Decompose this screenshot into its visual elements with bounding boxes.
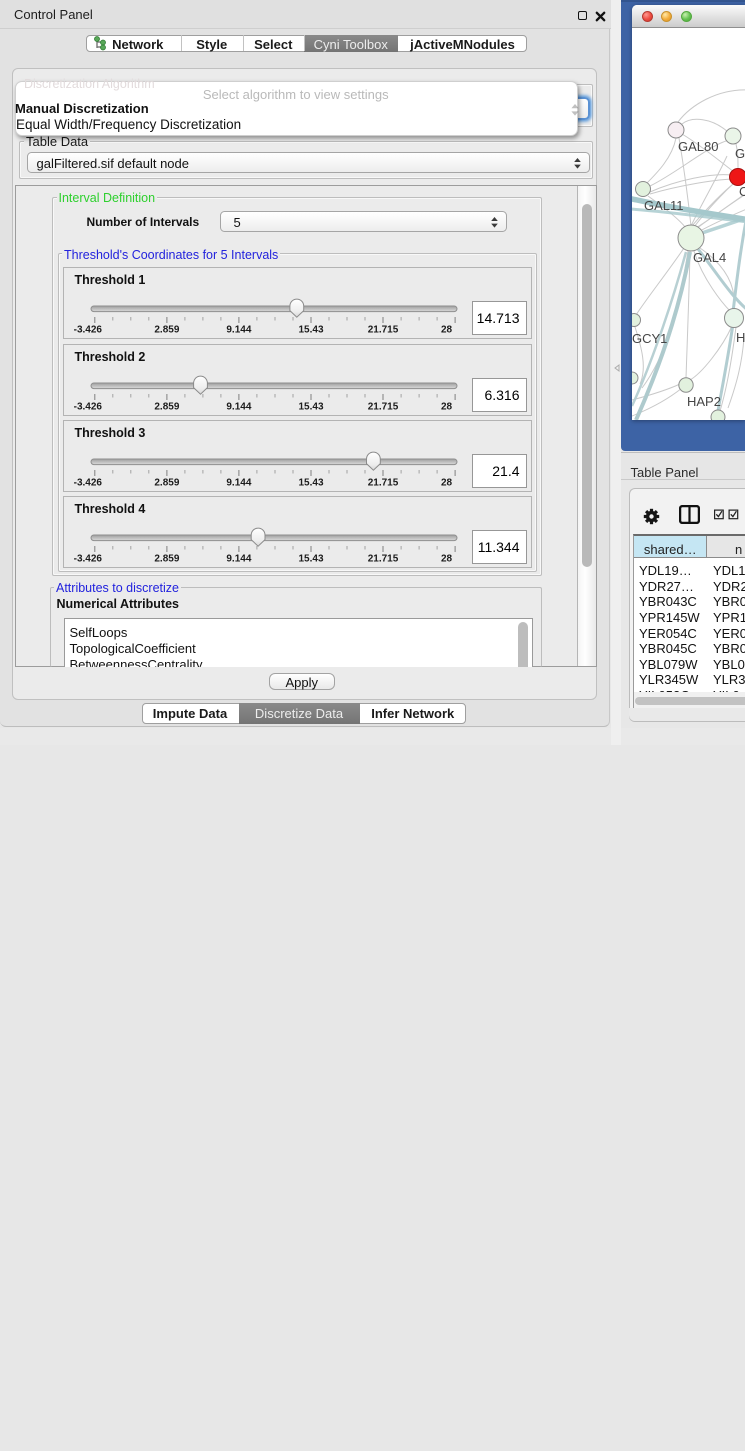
svg-text:15.43: 15.43	[298, 478, 323, 489]
svg-text:-3.426: -3.426	[73, 402, 102, 413]
svg-text:GCY1: GCY1	[632, 331, 667, 346]
svg-text:GAL4: GAL4	[693, 250, 726, 265]
svg-text:9.144: 9.144	[226, 554, 251, 565]
svg-text:28: 28	[440, 478, 452, 489]
svg-text:GA: GA	[735, 146, 745, 161]
svg-text:28: 28	[440, 554, 452, 565]
svg-text:2.859: 2.859	[154, 402, 179, 413]
svg-text:GAL11: GAL11	[644, 198, 684, 213]
svg-text:9.144: 9.144	[226, 478, 251, 489]
svg-text:15.43: 15.43	[298, 554, 323, 565]
svg-text:21.715: 21.715	[367, 478, 398, 489]
svg-text:-3.426: -3.426	[73, 478, 102, 489]
svg-text:28: 28	[440, 402, 452, 413]
svg-text:21.715: 21.715	[367, 402, 398, 413]
svg-text:15.43: 15.43	[298, 325, 323, 336]
svg-text:H: H	[736, 330, 745, 345]
svg-text:28: 28	[440, 325, 452, 336]
svg-text:9.144: 9.144	[226, 325, 251, 336]
svg-text:21.715: 21.715	[367, 554, 398, 565]
svg-text:2.859: 2.859	[154, 478, 179, 489]
svg-text:HAP2: HAP2	[687, 394, 721, 409]
svg-text:GAL80: GAL80	[678, 139, 718, 154]
svg-text:C: C	[739, 184, 745, 199]
svg-text:-3.426: -3.426	[73, 325, 102, 336]
svg-text:2.859: 2.859	[154, 325, 179, 336]
svg-text:9.144: 9.144	[226, 402, 251, 413]
svg-text:15.43: 15.43	[298, 402, 323, 413]
svg-text:2.859: 2.859	[154, 554, 179, 565]
svg-text:21.715: 21.715	[367, 325, 398, 336]
svg-text:-3.426: -3.426	[73, 554, 102, 565]
